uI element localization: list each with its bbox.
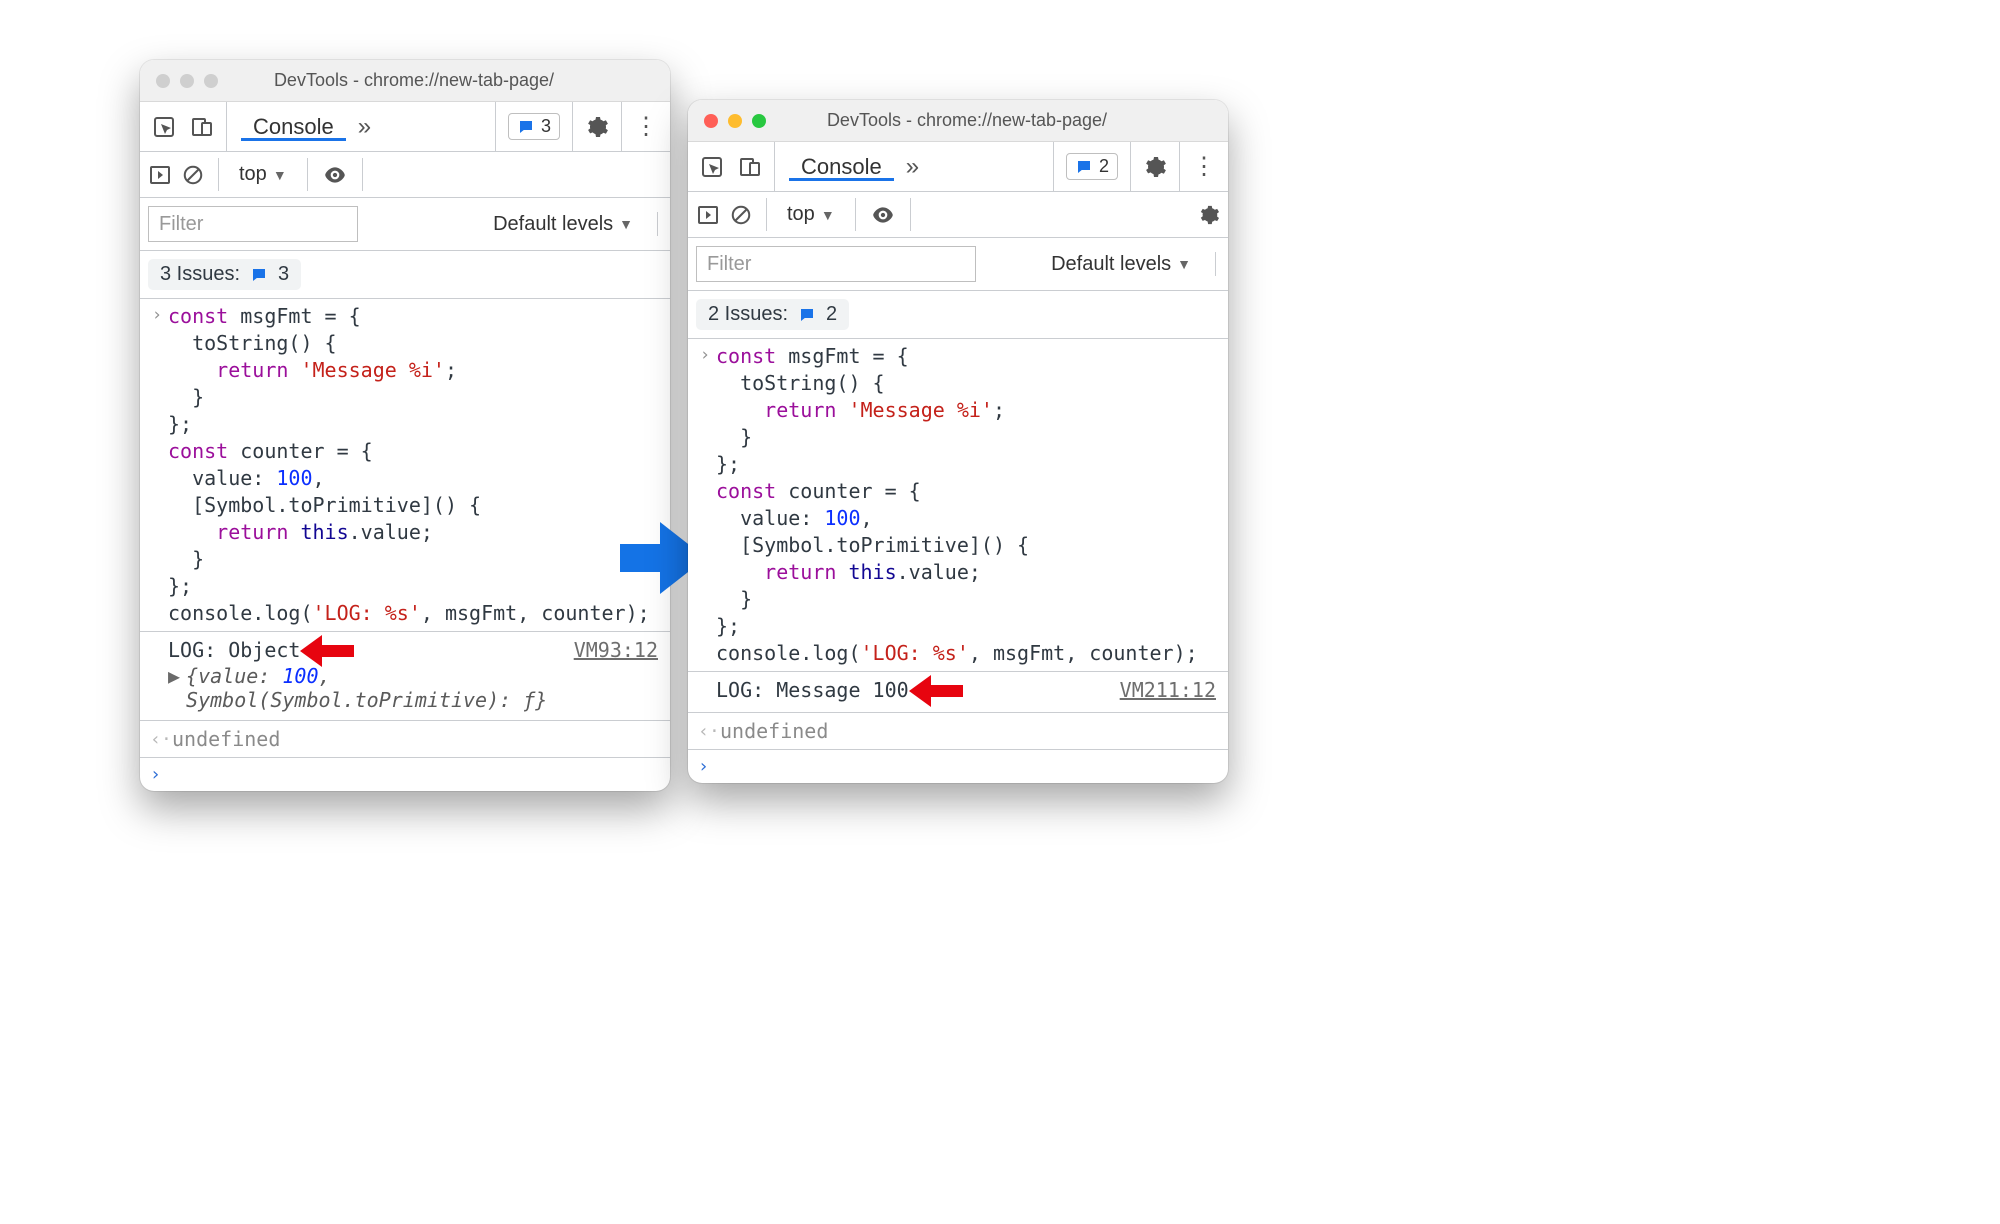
chevron-right-icon: › — [146, 303, 168, 325]
inspect-icon[interactable] — [152, 115, 176, 139]
gear-icon[interactable] — [1143, 155, 1167, 179]
issues-pill-tabbar[interactable]: 3 — [508, 113, 560, 140]
close-dot-icon[interactable] — [704, 114, 718, 128]
prompt-row[interactable]: › — [140, 758, 670, 791]
chat-icon — [798, 306, 816, 324]
device-toolbar-icon[interactable] — [738, 155, 762, 179]
issues-count: 2 — [826, 303, 837, 326]
tab-bar: Console » 3 ⋮ — [140, 102, 670, 152]
log-output-row[interactable]: LOG: Object VM93:12 — [140, 632, 670, 664]
inspect-icon[interactable] — [700, 155, 724, 179]
return-arrow-icon: ‹· — [698, 721, 720, 742]
issues-pill[interactable]: 3 Issues: 3 — [148, 259, 301, 290]
traffic-lights[interactable] — [688, 114, 766, 128]
issues-pill[interactable]: 2 Issues: 2 — [696, 299, 849, 330]
prompt-row[interactable]: › — [688, 750, 1228, 783]
tab-bar: Console » 2 ⋮ — [688, 142, 1228, 192]
chat-icon — [517, 118, 535, 136]
more-tabs-icon[interactable]: » — [896, 153, 929, 181]
context-label: top — [239, 163, 267, 186]
log-text: LOG: Message 100 — [716, 678, 909, 702]
caret-down-icon: ▼ — [619, 216, 633, 232]
undefined-label: undefined — [172, 727, 280, 751]
zoom-dot-icon[interactable] — [204, 74, 218, 88]
minimize-dot-icon[interactable] — [180, 74, 194, 88]
issues-label: 3 Issues: — [160, 263, 240, 286]
issues-row: 2 Issues: 2 — [688, 291, 1228, 339]
tab-console[interactable]: Console — [239, 114, 348, 140]
window-title: DevTools - chrome://new-tab-page/ — [218, 70, 670, 91]
zoom-dot-icon[interactable] — [752, 114, 766, 128]
source-link[interactable]: VM93:12 — [574, 638, 658, 662]
close-dot-icon[interactable] — [156, 74, 170, 88]
issues-pill-count: 2 — [1099, 156, 1109, 177]
titlebar[interactable]: DevTools - chrome://new-tab-page/ — [140, 60, 670, 102]
console-input-line[interactable]: › const msgFmt = { toString() { return '… — [140, 299, 670, 631]
caret-down-icon: ▼ — [821, 207, 835, 223]
annotation-red-arrow-icon — [300, 638, 360, 664]
sidebar-toggle-icon[interactable] — [696, 203, 720, 227]
context-label: top — [787, 203, 815, 226]
issues-row: 3 Issues: 3 — [140, 251, 670, 299]
annotation-red-arrow-icon — [909, 678, 969, 704]
traffic-lights[interactable] — [140, 74, 218, 88]
gear-icon[interactable] — [585, 115, 609, 139]
levels-selector[interactable]: Default levels ▼ — [1045, 251, 1197, 278]
more-tabs-icon[interactable]: » — [348, 113, 381, 141]
chevron-right-icon: › — [694, 343, 716, 365]
return-row: ‹· undefined — [688, 712, 1228, 750]
console-controls: top ▼ — [140, 152, 670, 198]
clear-console-icon[interactable] — [730, 204, 752, 226]
filter-row: Filter Default levels ▼ — [688, 238, 1228, 291]
tab-console[interactable]: Console — [787, 154, 896, 180]
minimize-dot-icon[interactable] — [728, 114, 742, 128]
devtools-window-after: DevTools - chrome://new-tab-page/ Consol… — [688, 100, 1228, 783]
caret-down-icon: ▼ — [1177, 256, 1191, 272]
context-selector[interactable]: top ▼ — [233, 161, 293, 188]
return-row: ‹· undefined — [140, 720, 670, 758]
caret-down-icon: ▼ — [273, 167, 287, 183]
filter-row: Filter Default levels ▼ — [140, 198, 670, 251]
triangle-right-icon[interactable]: ▶ — [168, 664, 180, 688]
live-expression-icon[interactable] — [322, 162, 348, 188]
gear-icon[interactable] — [1198, 204, 1220, 226]
device-toolbar-icon[interactable] — [190, 115, 214, 139]
levels-label: Default levels — [493, 213, 613, 236]
sidebar-toggle-icon[interactable] — [148, 163, 172, 187]
levels-selector[interactable]: Default levels ▼ — [487, 211, 639, 238]
issues-count: 3 — [278, 263, 289, 286]
chat-icon — [1075, 158, 1093, 176]
levels-label: Default levels — [1051, 253, 1171, 276]
console-input-line[interactable]: › const msgFmt = { toString() { return '… — [688, 339, 1228, 671]
issues-pill-tabbar[interactable]: 2 — [1066, 153, 1118, 180]
return-arrow-icon: ‹· — [150, 729, 172, 750]
console-controls: top ▼ — [688, 192, 1228, 238]
undefined-label: undefined — [720, 719, 828, 743]
log-output-row[interactable]: LOG: Message 100 VM211:12 — [688, 672, 1228, 712]
filter-input[interactable]: Filter — [696, 246, 976, 282]
code-block: const msgFmt = { toString() { return 'Me… — [168, 303, 660, 627]
code-block: const msgFmt = { toString() { return 'Me… — [716, 343, 1218, 667]
titlebar[interactable]: DevTools - chrome://new-tab-page/ — [688, 100, 1228, 142]
filter-input[interactable]: Filter — [148, 206, 358, 242]
console-body: › const msgFmt = { toString() { return '… — [140, 299, 670, 791]
issues-pill-count: 3 — [541, 116, 551, 137]
clear-console-icon[interactable] — [182, 164, 204, 186]
chat-icon — [250, 266, 268, 284]
devtools-window-before: DevTools - chrome://new-tab-page/ Consol… — [140, 60, 670, 791]
issues-label: 2 Issues: — [708, 303, 788, 326]
log-text: LOG: Object — [168, 638, 300, 662]
source-link[interactable]: VM211:12 — [1120, 678, 1216, 702]
object-expand-row[interactable]: ▶ {value: 100, Symbol(Symbol.toPrimitive… — [140, 664, 670, 720]
live-expression-icon[interactable] — [870, 202, 896, 228]
window-title: DevTools - chrome://new-tab-page/ — [766, 110, 1228, 131]
console-body: › const msgFmt = { toString() { return '… — [688, 339, 1228, 783]
context-selector[interactable]: top ▼ — [781, 201, 841, 228]
